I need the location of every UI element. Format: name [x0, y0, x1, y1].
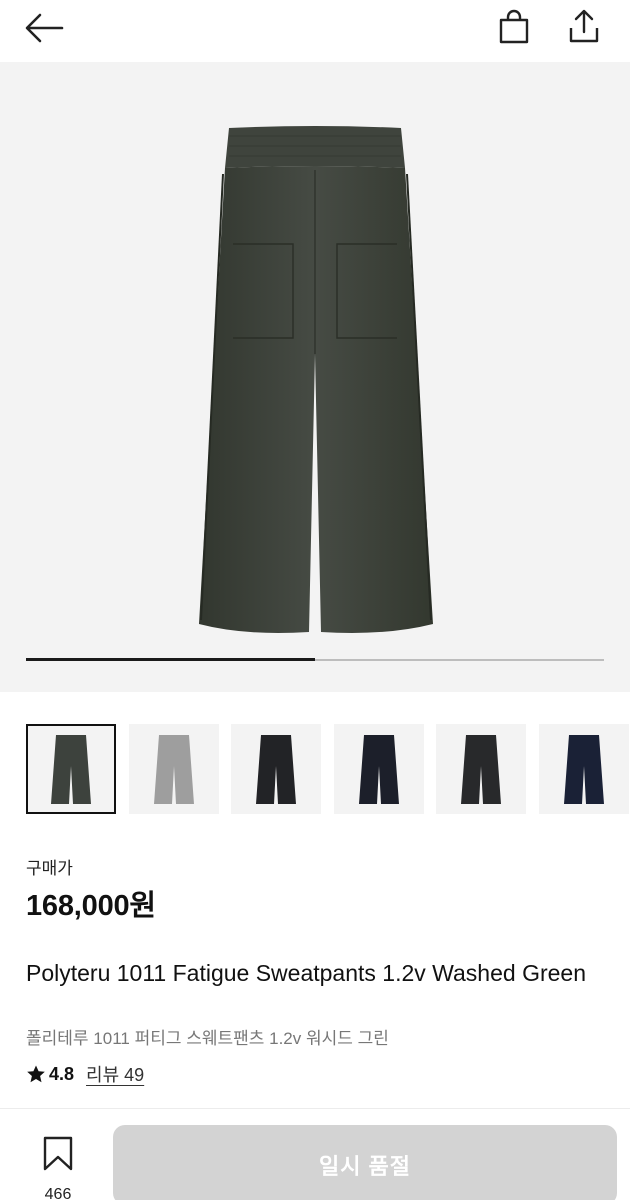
rating-row: 4.8 리뷰 49: [26, 1062, 144, 1086]
thumbnail-pants-image: [461, 735, 502, 804]
arrow-left-icon: [25, 13, 64, 43]
thumbnail-4[interactable]: [333, 724, 424, 814]
thumbnail-1[interactable]: [26, 724, 116, 814]
thumbnail-pants-image: [358, 735, 399, 804]
bookmark-icon: [43, 1136, 73, 1171]
thumbnail-6[interactable]: [539, 724, 629, 814]
share-button[interactable]: [564, 6, 604, 48]
product-image-pants: [199, 126, 433, 633]
soldout-button[interactable]: 일시 품절: [113, 1125, 617, 1200]
price-label: 구매가: [26, 859, 73, 878]
wishlist-button[interactable]: 466: [22, 1134, 94, 1200]
thumbnail-strip[interactable]: [26, 724, 630, 816]
reviews-link[interactable]: 리뷰 49: [86, 1061, 144, 1087]
star-icon: [27, 1065, 45, 1083]
product-image-carousel[interactable]: [0, 62, 630, 692]
thumbnail-pants-image: [256, 735, 297, 804]
bottom-action-bar: 466 일시 품절: [0, 1110, 630, 1200]
shopping-bag-icon: [499, 9, 529, 44]
top-navigation-bar: [0, 0, 630, 60]
thumbnail-pants-image: [564, 735, 604, 804]
share-upload-icon: [569, 9, 599, 43]
product-name-english: Polyteru 1011 Fatigue Sweatpants 1.2v Wa…: [26, 960, 586, 986]
thumbnail-pants-image: [153, 735, 194, 804]
back-button[interactable]: [22, 8, 66, 48]
thumbnail-3[interactable]: [231, 724, 322, 814]
shopping-bag-button[interactable]: [494, 6, 534, 48]
thumbnail-2[interactable]: [128, 724, 219, 814]
image-progress-fill: [26, 658, 315, 661]
rating-score: 4.8: [49, 1063, 75, 1084]
product-name-korean: 폴리테루 1011 퍼티그 스웨트팬츠 1.2v 워시드 그린: [26, 1029, 389, 1048]
divider: [0, 1108, 630, 1109]
wishlist-count: 466: [44, 1186, 72, 1200]
price-value: 168,000원: [26, 890, 156, 922]
thumbnail-pants-image: [51, 735, 91, 804]
image-progress-track: [26, 658, 604, 661]
thumbnail-5[interactable]: [436, 724, 527, 814]
